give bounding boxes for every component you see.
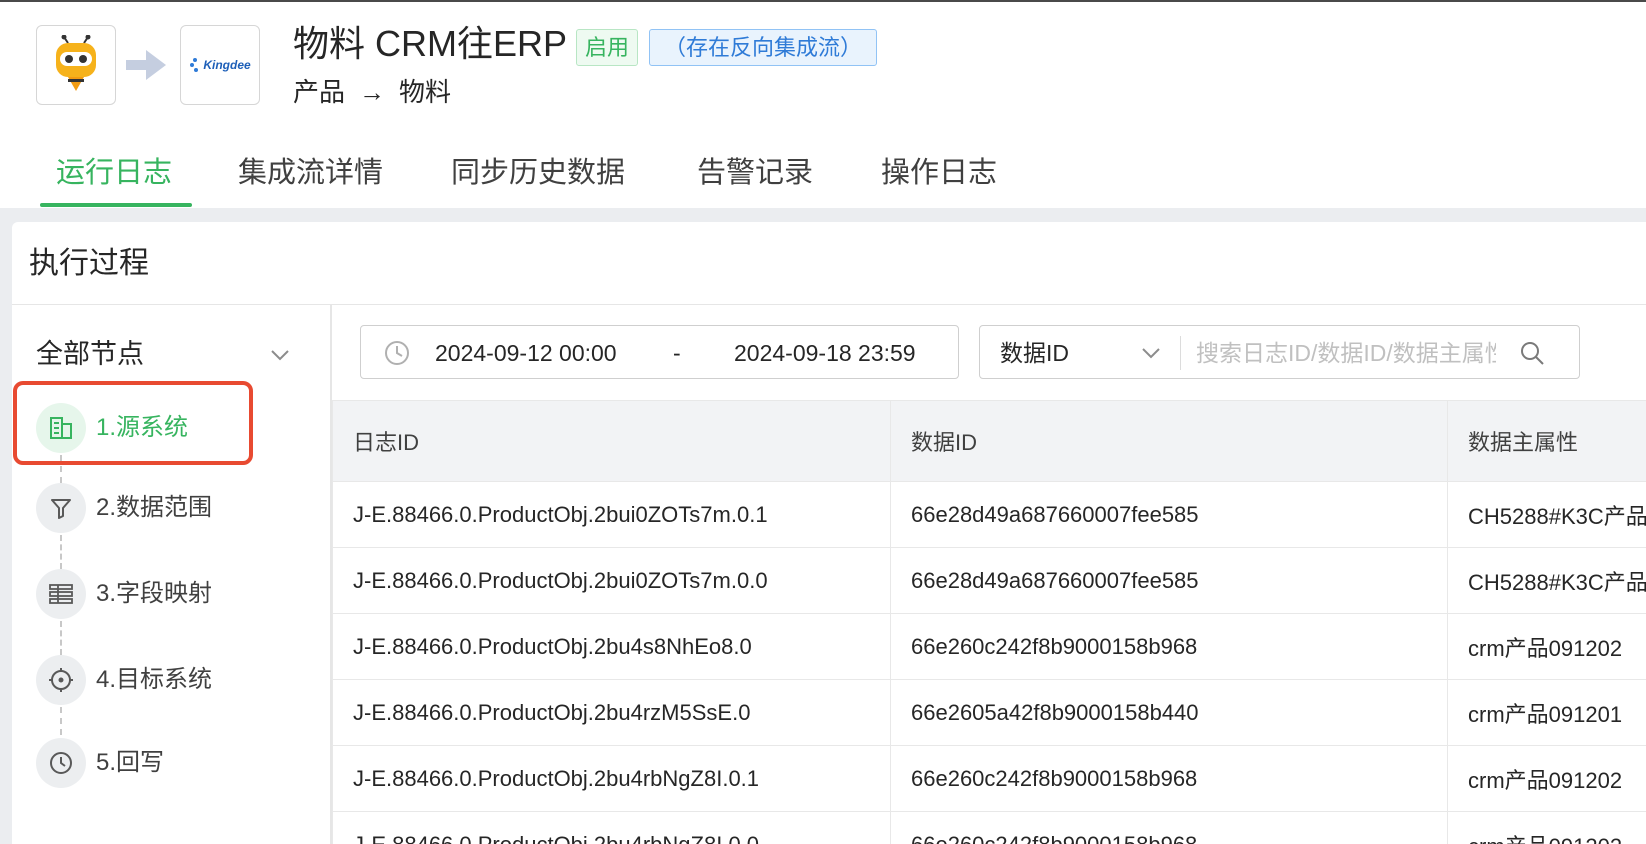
tab-sync-history[interactable]: 同步历史数据	[451, 145, 625, 208]
node-filter-value: 全部节点	[36, 339, 144, 369]
tab-flow-details[interactable]: 集成流详情	[238, 145, 383, 208]
date-separator: -	[673, 340, 681, 366]
table-row[interactable]: J-E.88466.0.ProductObj.2bu4s8NhEo8.0 66e…	[332, 613, 1646, 680]
cell-data-id: 66e260c242f8b9000158b968	[890, 613, 1448, 680]
cell-log-id: J-E.88466.0.ProductObj.2bui0ZOTs7m.0.1	[332, 481, 891, 548]
tab-alert-records[interactable]: 告警记录	[697, 145, 813, 208]
top-border	[0, 0, 1646, 2]
target-object: 物料	[399, 77, 452, 107]
step-writeback[interactable]: 5.回写	[36, 738, 266, 788]
column-header-main-attr: 数据主属性	[1447, 400, 1646, 482]
table-row[interactable]: J-E.88466.0.ProductObj.2bu4rbNgZ8I.0.0 6…	[332, 811, 1646, 844]
step-label: 2.数据范围	[96, 494, 213, 521]
step-label: 5.回写	[96, 749, 165, 776]
filter-icon	[51, 499, 71, 519]
table-row[interactable]: J-E.88466.0.ProductObj.2bui0ZOTs7m.0.0 6…	[332, 547, 1646, 614]
step-data-range[interactable]: 2.数据范围	[36, 483, 266, 533]
table-row[interactable]: J-E.88466.0.ProductObj.2bu4rbNgZ8I.0.1 6…	[332, 745, 1646, 812]
cell-data-id: 66e28d49a687660007fee585	[890, 547, 1448, 614]
search-icon[interactable]	[1518, 339, 1546, 367]
clock-icon	[385, 341, 409, 365]
step-field-mapping[interactable]: 3.字段映射	[36, 569, 266, 619]
cell-log-id: J-E.88466.0.ProductObj.2bu4rbNgZ8I.0.1	[332, 745, 891, 812]
log-table: 日志ID 数据ID 数据主属性 J-E.88466.0.ProductObj.2…	[332, 400, 1646, 844]
cell-log-id: J-E.88466.0.ProductObj.2bu4rbNgZ8I.0.0	[332, 811, 891, 844]
search-combo: 数据ID	[979, 325, 1580, 379]
arrow-right-icon	[126, 50, 166, 80]
cell-main-attr: CH5288#K3C产品	[1447, 547, 1646, 614]
path-arrow: →	[359, 77, 386, 107]
building-icon	[50, 417, 72, 439]
reverse-flow-badge[interactable]: （存在反向集成流）	[649, 29, 878, 66]
chevron-down-icon	[271, 350, 289, 361]
chevron-down-icon[interactable]	[1140, 342, 1162, 364]
cell-log-id: J-E.88466.0.ProductObj.2bu4s8NhEo8.0	[332, 613, 891, 680]
clock-icon	[50, 752, 72, 774]
kingdee-logo-text: Kingdee	[203, 58, 251, 72]
cell-main-attr: crm产品091202	[1447, 613, 1646, 680]
log-table-container[interactable]: 日志ID 数据ID 数据主属性 J-E.88466.0.ProductObj.2…	[332, 400, 1646, 844]
tab-bar: 运行日志 集成流详情 同步历史数据 告警记录 操作日志	[0, 145, 1646, 208]
card-divider	[12, 304, 1646, 305]
card-title: 执行过程	[29, 247, 149, 280]
cell-data-id: 66e260c242f8b9000158b968	[890, 745, 1448, 812]
flow-title: 物料 CRM往ERP	[293, 23, 568, 64]
date-range-picker[interactable]: 2024-09-12 00:00 - 2024-09-18 23:59	[360, 325, 959, 379]
date-end[interactable]: 2024-09-18 23:59	[734, 338, 916, 368]
step-target-system[interactable]: 4.目标系统	[36, 655, 266, 705]
search-field-select[interactable]: 数据ID	[1000, 338, 1069, 368]
kingdee-dots-icon	[190, 58, 199, 72]
cell-main-attr: crm产品091202	[1447, 811, 1646, 844]
step-label: 1.源系统	[96, 414, 189, 441]
step-connector	[60, 707, 62, 735]
step-source-system[interactable]: 1.源系统	[36, 403, 266, 453]
active-tab-indicator	[40, 203, 192, 207]
search-divider	[1180, 336, 1181, 370]
bee-icon	[56, 35, 96, 91]
target-app-logo: Kingdee	[180, 25, 260, 105]
cell-main-attr: CH5288#K3C产品	[1447, 481, 1646, 548]
cell-data-id: 66e260c242f8b9000158b968	[890, 811, 1448, 844]
table-row[interactable]: J-E.88466.0.ProductObj.2bui0ZOTs7m.0.1 6…	[332, 481, 1646, 548]
cell-main-attr: crm产品091202	[1447, 745, 1646, 812]
target-icon	[49, 668, 73, 692]
status-badge: 启用	[576, 29, 639, 66]
cell-log-id: J-E.88466.0.ProductObj.2bu4rzM5SsE.0	[332, 679, 891, 746]
flow-path: 产品 → 物料	[293, 74, 451, 110]
source-app-logo	[36, 25, 116, 105]
step-label: 3.字段映射	[96, 580, 213, 607]
cell-data-id: 66e28d49a687660007fee585	[890, 481, 1448, 548]
step-label: 4.目标系统	[96, 666, 213, 693]
step-connector	[60, 535, 62, 569]
node-filter-select[interactable]: 全部节点	[36, 334, 291, 374]
column-header-log-id: 日志ID	[332, 400, 891, 482]
tab-run-log[interactable]: 运行日志	[56, 145, 172, 208]
field-mapping-icon	[49, 584, 73, 604]
column-header-data-id: 数据ID	[890, 400, 1448, 482]
cell-main-attr: crm产品091201	[1447, 679, 1646, 746]
table-header-row: 日志ID 数据ID 数据主属性	[332, 400, 1646, 482]
search-input[interactable]	[1196, 336, 1496, 370]
cell-data-id: 66e2605a42f8b9000158b440	[890, 679, 1448, 746]
date-start[interactable]: 2024-09-12 00:00	[435, 338, 617, 368]
step-connector	[60, 455, 62, 483]
cell-log-id: J-E.88466.0.ProductObj.2bui0ZOTs7m.0.0	[332, 547, 891, 614]
step-connector	[60, 621, 62, 655]
table-row[interactable]: J-E.88466.0.ProductObj.2bu4rzM5SsE.0 66e…	[332, 679, 1646, 746]
tab-operation-log[interactable]: 操作日志	[881, 145, 997, 208]
source-object: 产品	[293, 77, 346, 107]
